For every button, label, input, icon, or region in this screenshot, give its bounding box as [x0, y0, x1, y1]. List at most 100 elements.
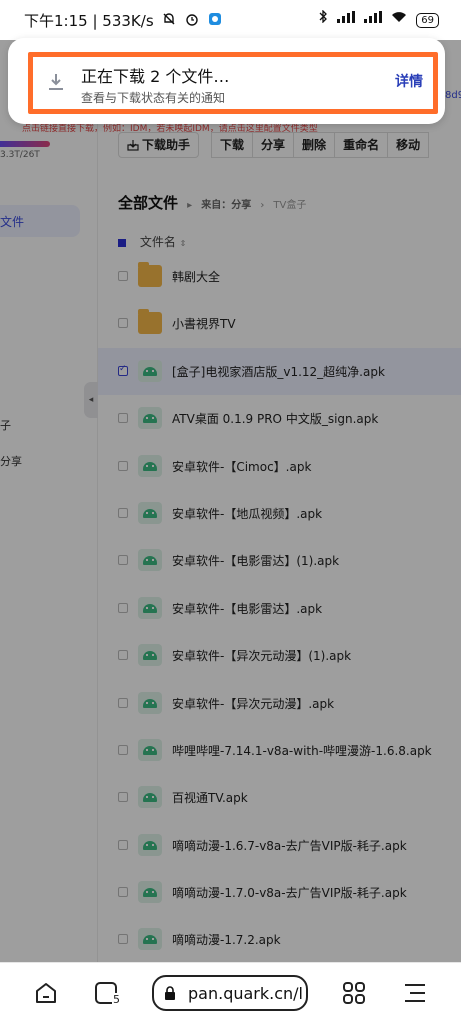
url-text: pan.quark.cn/l	[188, 984, 303, 1003]
file-checkbox[interactable]	[118, 887, 128, 898]
file-name[interactable]: 嘀嘀动漫-1.7.2.apk	[172, 931, 281, 948]
tabs-button[interactable]: 5	[94, 981, 121, 1011]
file-name[interactable]: 安卓软件-【异次元动漫】.apk	[172, 695, 334, 712]
tab-count: 5	[112, 993, 121, 1006]
rename-button[interactable]: 重命名	[335, 132, 389, 158]
list-header: 文件名 ⇕	[118, 233, 186, 250]
signal-1-icon	[336, 11, 359, 27]
notification-highlight[interactable]: 正在下载 2 个文件… 查看与下载状态有关的通知 详情	[28, 52, 438, 114]
file-row[interactable]: 韩剧大全	[98, 253, 461, 300]
home-icon[interactable]	[34, 981, 58, 1009]
file-row[interactable]: 安卓软件-【电影雷达】(1).apk	[98, 537, 461, 584]
file-checkbox[interactable]	[118, 271, 128, 281]
file-row[interactable]: 安卓软件-【电影雷达】.apk	[98, 585, 461, 632]
file-row[interactable]: 百视通TV.apk	[98, 774, 461, 821]
file-row[interactable]: 安卓软件-【异次元动漫】.apk	[98, 680, 461, 727]
file-name[interactable]: 安卓软件-【地瓜视频】.apk	[172, 505, 322, 522]
file-checkbox[interactable]	[118, 413, 128, 424]
file-checkbox[interactable]	[118, 507, 128, 518]
file-row[interactable]: [盒子]电视家酒店版_v1.12_超纯净.apk	[98, 347, 461, 396]
top-link[interactable]: 8d9	[445, 90, 461, 101]
battery-icon: 69	[416, 13, 439, 28]
file-name[interactable]: 安卓软件-【电影雷达】.apk	[172, 600, 322, 617]
file-checkbox[interactable]	[118, 555, 128, 566]
notification-title: 正在下载 2 个文件…	[81, 67, 230, 86]
file-checkbox[interactable]	[118, 318, 128, 329]
bluetooth-icon	[319, 9, 332, 27]
delete-button[interactable]: 删除	[294, 132, 336, 158]
select-all-checkbox[interactable]	[118, 238, 126, 247]
apk-android-icon	[138, 928, 162, 951]
file-checkbox[interactable]	[118, 839, 128, 850]
sidebar-item-files[interactable]: 文件	[0, 205, 80, 237]
notification-details-button[interactable]: 详情	[395, 71, 423, 91]
file-checkbox[interactable]	[118, 602, 128, 613]
wifi-icon	[391, 12, 411, 27]
file-row[interactable]: ATV桌面 0.1.9 PRO 中文版_sign.apk	[98, 395, 461, 442]
lock-icon	[165, 986, 175, 1000]
apk-android-icon	[138, 359, 162, 382]
breadcrumb-current: TV盒子	[273, 200, 307, 211]
file-row[interactable]: 嘀嘀动漫-1.7.0-v8a-去广告VIP版-耗子.apk	[98, 869, 461, 916]
file-toolbar: 下载助手 下载 分享 删除 重命名 移动	[118, 132, 430, 158]
file-list: 韩剧大全小書視界TV [盒子]电视家酒店版_v1.12_超纯净.apk ATV桌面 …	[98, 253, 461, 962]
column-filename[interactable]: 文件名	[140, 235, 176, 249]
file-name[interactable]: ATV桌面 0.1.9 PRO 中文版_sign.apk	[172, 410, 378, 427]
file-name[interactable]: 哔哩哔哩-7.14.1-v8a-with-哔哩漫游-1.6.8.apk	[172, 742, 432, 759]
file-checkbox[interactable]	[118, 460, 128, 471]
file-checkbox[interactable]	[118, 744, 128, 755]
file-checkbox[interactable]	[118, 934, 128, 945]
file-name[interactable]: 百视通TV.apk	[172, 789, 248, 806]
file-checkbox[interactable]	[118, 650, 128, 661]
sort-icon[interactable]: ⇕	[180, 239, 187, 248]
sidebar-item-share[interactable]: 分享	[0, 453, 22, 469]
file-row[interactable]: 小書視界TV	[98, 300, 461, 347]
menu-icon[interactable]	[402, 981, 428, 1009]
address-bar[interactable]: pan.quark.cn/l	[152, 975, 308, 1011]
download-helper-label: 下载助手	[142, 138, 191, 152]
file-name[interactable]: 小書視界TV	[172, 315, 236, 332]
file-name[interactable]: 嘀嘀动漫-1.6.7-v8a-去广告VIP版-耗子.apk	[172, 837, 407, 854]
download-helper-button[interactable]: 下载助手	[118, 132, 200, 158]
file-name[interactable]: [盒子]电视家酒店版_v1.12_超纯净.apk	[172, 363, 385, 380]
share-button[interactable]: 分享	[253, 132, 295, 158]
notification-subtitle: 查看与下载状态有关的通知	[81, 91, 226, 105]
apk-android-icon	[138, 644, 162, 667]
file-row[interactable]: 哔哩哔哩-7.14.1-v8a-with-哔哩漫游-1.6.8.apk	[98, 727, 461, 774]
file-name[interactable]: 安卓软件-【电影雷达】(1).apk	[172, 552, 339, 569]
folder-icon	[138, 262, 162, 287]
file-checkbox[interactable]	[118, 697, 128, 708]
breadcrumb-root[interactable]: 全部文件	[118, 194, 178, 212]
sidebar-item-partial[interactable]: 子	[0, 417, 11, 433]
grid-menu-icon[interactable]	[342, 981, 366, 1009]
apk-android-icon	[138, 738, 162, 761]
file-checkbox[interactable]	[118, 364, 128, 376]
collapse-sidebar-icon[interactable]: ◂	[84, 382, 98, 418]
app-notification-icon	[208, 12, 222, 30]
file-row[interactable]: 安卓软件-【Cimoc】.apk	[98, 443, 461, 490]
sidebar-item-label: 文件	[0, 215, 25, 229]
chevron-right-icon: ›	[260, 200, 265, 211]
download-notification[interactable]: 正在下载 2 个文件… 查看与下载状态有关的通知 详情	[8, 38, 445, 124]
file-row[interactable]: 安卓软件-【地瓜视频】.apk	[98, 490, 461, 537]
file-name[interactable]: 韩剧大全	[172, 268, 220, 285]
apk-android-icon	[138, 407, 162, 430]
move-button[interactable]: 移动	[388, 132, 430, 158]
file-row[interactable]: 安卓软件-【异次元动漫】(1).apk	[98, 632, 461, 679]
web-page: 3.3T/26T 文件 子 分享 ◂ 点击链接直接下载，例如：IDM，若未唤起I…	[0, 40, 461, 962]
apk-android-icon	[138, 501, 162, 524]
quota-text: 3.3T/26T	[0, 150, 40, 160]
file-row[interactable]: 嘀嘀动漫-1.7.2.apk	[98, 916, 461, 962]
file-name[interactable]: 安卓软件-【异次元动漫】(1).apk	[172, 647, 351, 664]
sidebar: 3.3T/26T 文件 子 分享 ◂	[0, 40, 98, 962]
breadcrumb-from[interactable]: 来自：分享	[201, 200, 251, 211]
apk-android-icon	[138, 549, 162, 572]
file-name[interactable]: 嘀嘀动漫-1.7.0-v8a-去广告VIP版-耗子.apk	[172, 884, 407, 901]
file-row[interactable]: 嘀嘀动漫-1.6.7-v8a-去广告VIP版-耗子.apk	[98, 822, 461, 869]
apk-android-icon	[138, 881, 162, 904]
file-checkbox[interactable]	[118, 792, 128, 803]
apk-android-icon	[138, 454, 162, 477]
breadcrumb: 全部文件 ▸ 来自：分享 › TV盒子	[118, 192, 306, 213]
file-name[interactable]: 安卓软件-【Cimoc】.apk	[172, 458, 311, 475]
download-button[interactable]: 下载	[211, 132, 254, 158]
